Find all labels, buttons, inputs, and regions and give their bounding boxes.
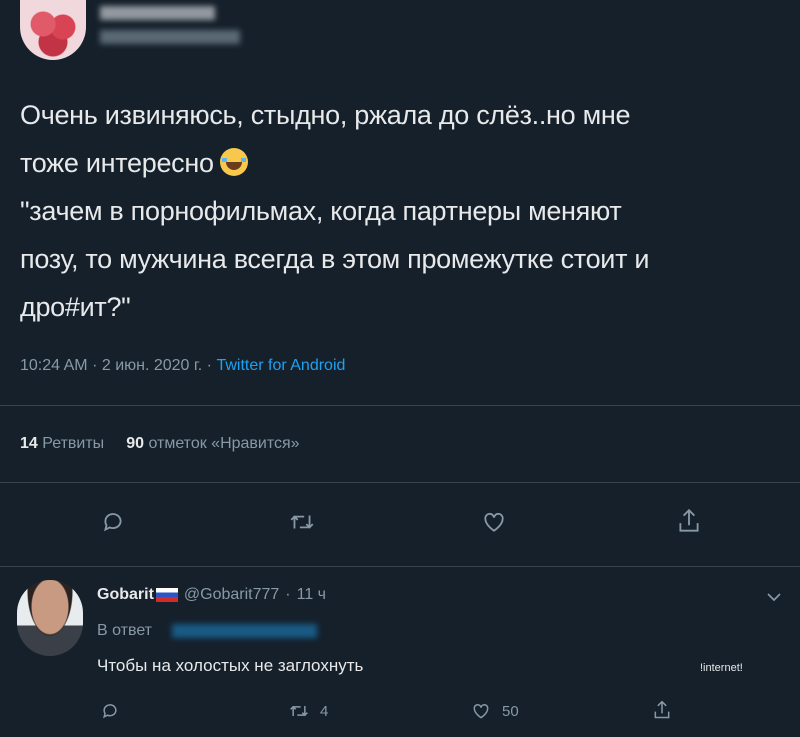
tweet-text-line: "зачем в порнофильмах, когда партнеры ме… [20,196,622,226]
reply-reply-button[interactable] [100,701,120,721]
like-icon [484,512,504,532]
share-icon [654,700,670,719]
reply-icon [103,704,117,719]
tweet-stats: 14 Ретвиты 90 отметок «Нравится» [20,435,300,453]
author-name-redacted [100,6,215,20]
reply-actions: 4 50 [0,697,800,737]
reply-retweet-button[interactable]: 4 [288,701,328,721]
reply-separator: · [285,586,291,603]
likes-stat[interactable]: 90 отметок «Нравится» [126,435,299,452]
tweet-time: 10:24 AM [20,357,88,374]
like-button[interactable] [480,509,508,535]
reply-retweet-count: 4 [320,702,329,720]
reply-text: Чтобы на холостых не заглохнуть [97,656,364,675]
retweets-count: 14 [20,435,38,452]
reply-time[interactable]: 11 ч [297,586,326,604]
retweet-button[interactable] [288,509,316,535]
tweet-text-segment: тоже интересно [20,148,214,178]
russia-flag-icon [155,588,178,602]
retweet-icon [290,515,314,529]
tweet-date: 2 июн. 2020 г. [101,357,203,374]
tweet-text-line: позу, то мужчина всегда в этом промежутк… [20,244,650,274]
tweet-actions [0,503,800,543]
reply-author-avatar[interactable] [17,580,83,656]
share-button[interactable] [676,507,702,535]
chevron-down-icon[interactable] [765,590,783,609]
reply-to-handle-redacted[interactable] [172,624,317,638]
retweet-icon [290,705,308,717]
divider [0,566,800,567]
tweet-text-line: Очень извиняюсь, стыдно, ржала до слёз..… [20,100,631,130]
watermark: !internet! [700,662,743,674]
tweet-timestamp[interactable]: 10:24 AM · 2 июн. 2020 г. · Twitter for … [20,357,345,375]
tweet-source-link[interactable]: Twitter for Android [216,357,345,374]
retweets-label: Ретвиты [42,435,105,452]
reply-icon [104,513,122,532]
author-avatar[interactable] [20,0,86,60]
meta-separator: · [206,357,212,374]
tears-of-joy-emoji-icon [219,148,248,176]
reply-like-button[interactable]: 50 [470,701,519,721]
tweet-text-line: дро#ит?" [20,292,131,322]
tweet-text-line: тоже интересно [20,139,780,187]
author-handle-redacted [100,30,240,44]
reply-like-count: 50 [502,702,519,720]
divider [0,405,800,406]
likes-count: 90 [126,435,144,452]
reply-author-name[interactable]: Gobarit [97,586,154,604]
share-icon [679,508,699,532]
reply-header: Gobarit @Gobarit777 · 11 ч [97,586,326,604]
meta-separator: · [92,357,98,374]
tweet-text: Очень извиняюсь, стыдно, ржала до слёз..… [20,91,780,331]
reply-to-label: В ответ [97,622,153,639]
reply-author-handle[interactable]: @Gobarit777 [184,586,279,604]
likes-label: отметок «Нравится» [148,435,300,452]
reply-share-button[interactable] [652,699,672,721]
like-icon [473,703,489,719]
reply-button[interactable] [100,509,126,535]
divider [0,482,800,483]
retweets-stat[interactable]: 14 Ретвиты [20,435,104,452]
